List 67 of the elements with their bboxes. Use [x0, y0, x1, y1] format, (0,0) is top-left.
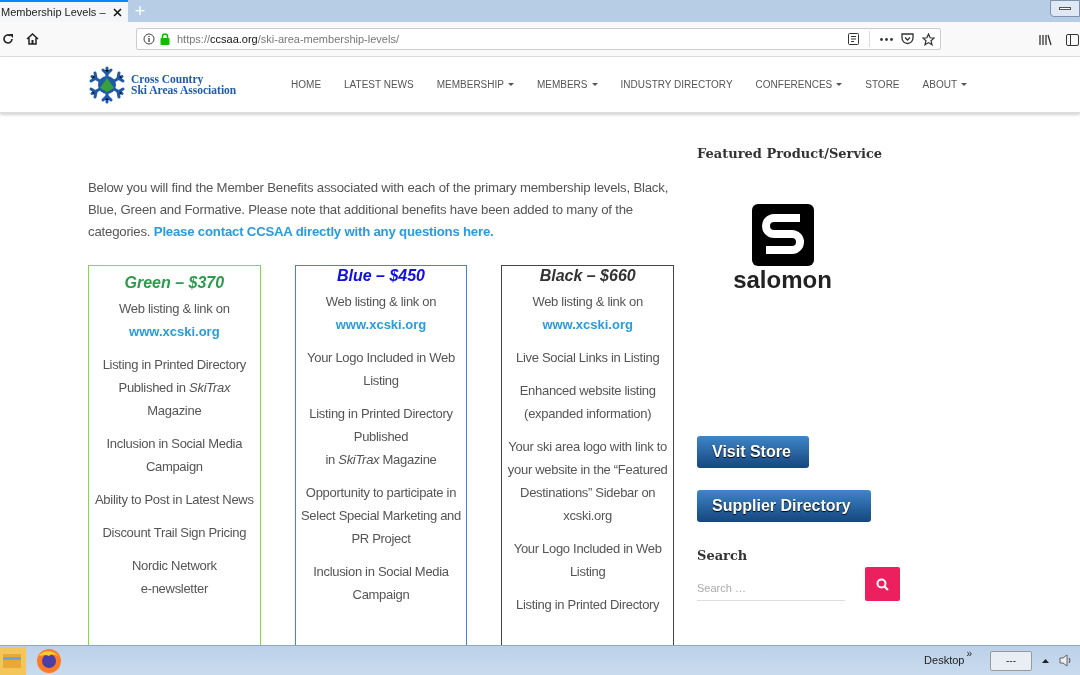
caret-icon — [836, 83, 843, 86]
pocket-icon[interactable] — [901, 33, 914, 45]
nav-link[interactable]: INDUSTRY DIRECTORY — [620, 77, 733, 92]
info-icon[interactable] — [143, 33, 155, 45]
search-button[interactable] — [865, 567, 900, 601]
nav-link[interactable]: MEMBERS — [536, 77, 598, 92]
address-bar[interactable]: https://ccsaa.org/ski-area-membership-levels/ — [136, 28, 941, 50]
nav-link[interactable]: HOME — [291, 77, 322, 92]
level-title: Black – $660 — [538, 266, 637, 286]
logo-text[interactable]: Cross Country — [131, 73, 237, 85]
s-logo-icon — [751, 203, 814, 266]
up-arrow-icon[interactable] — [1042, 658, 1049, 663]
lock-icon[interactable] — [160, 33, 170, 45]
benefit-text: Web listing & link on — [119, 300, 230, 318]
benefit-text: Enhanced website listing (expanded information) — [518, 382, 657, 423]
sidebar-heading: Search — [697, 546, 748, 565]
intro-paragraph: Below you will find the Member Benefits associated with each of the primary membership levels, Black, Blue, Green and Formative. Please note that additional benefits have been added to many of the categories. Please contact CCSAA directly with any questions here. — [88, 179, 670, 241]
benefit-text: Your ski area logo with link to your website in the “Featured Destinations” Sidebar on xcski.org — [506, 438, 669, 525]
nav-link[interactable]: LATEST NEWS — [344, 77, 414, 92]
benefit-text: Opportunity to participate in Select Special Marketing and PR Project — [300, 484, 462, 548]
caret-icon — [507, 83, 514, 86]
nav-link[interactable]: MEMBERSHIP — [436, 77, 514, 92]
home-icon[interactable] — [26, 33, 39, 45]
sidebar-heading: Featured Product/Service — [697, 145, 883, 163]
benefit-text: Live Social Links in Listing — [516, 349, 660, 367]
search-field[interactable]: Search … — [697, 575, 845, 601]
benefit-text: Web listing & link on — [325, 293, 437, 311]
benefit-text: Discount Trail Sign Pricing — [102, 524, 247, 542]
nav-link[interactable]: ABOUT — [922, 77, 967, 92]
benefit-text: Inclusion in Social Media Campaign — [312, 563, 450, 604]
reload-icon[interactable] — [2, 33, 14, 45]
benefit-text: Inclusion in Social Media Campaign — [105, 435, 244, 476]
snowflake-logo-icon[interactable] — [88, 65, 126, 104]
benefit-text: Your Logo Included in Web Listing — [512, 540, 663, 581]
more-icon[interactable] — [880, 37, 893, 41]
benefit-text: Your Logo Included in Web Listing — [306, 349, 456, 390]
caret-icon — [961, 83, 967, 86]
library-icon[interactable] — [1039, 34, 1052, 46]
firefox-icon[interactable] — [36, 647, 62, 674]
close-icon[interactable] — [113, 7, 122, 17]
browser-tab[interactable]: Membership Levels – — [0, 0, 128, 22]
benefit-text: Listing in Printed Directory — [516, 596, 660, 614]
battery-indicator[interactable]: --- — [990, 650, 1032, 671]
sidebar-button[interactable]: Supplier Directory — [697, 489, 871, 522]
benefit-text: Nordic Network e-newsletter — [132, 557, 217, 598]
caret-icon — [591, 83, 598, 86]
benefit-text: Web listing & link on — [532, 293, 643, 311]
nav-link[interactable]: CONFERENCES — [755, 77, 843, 92]
benefit-text: Listing in Printed Directory Published in SkiTrax Magazine — [308, 405, 454, 469]
sidebar-icon[interactable] — [1066, 34, 1079, 46]
logo-wordmark: salomon — [733, 265, 832, 294]
level-title: Blue – $450 — [335, 266, 426, 286]
search-icon — [876, 577, 889, 591]
url-text[interactable]: https://ccsaa.org/ski-area-membership-levels/ — [177, 30, 399, 48]
bookmark-star-icon[interactable] — [922, 32, 935, 46]
speaker-icon[interactable] — [1059, 654, 1072, 667]
level-title: Green – $370 — [123, 273, 226, 293]
minimize-button[interactable] — [1050, 0, 1080, 17]
benefit-text: Listing in Printed Directory Published in SkiTrax Magazine — [101, 356, 247, 420]
sidebar-button[interactable]: Visit Store — [697, 435, 809, 468]
featured-logo[interactable]: salomon — [710, 203, 855, 294]
reader-view-icon[interactable] — [848, 33, 859, 45]
toolbar-chevron[interactable]: » — [966, 646, 972, 661]
desktop-label[interactable]: Desktop — [924, 652, 965, 669]
nav-link[interactable]: STORE — [865, 77, 900, 92]
logo-text[interactable]: Ski Areas Association — [131, 84, 237, 96]
benefit-text: Ability to Post in Latest News — [95, 491, 254, 509]
